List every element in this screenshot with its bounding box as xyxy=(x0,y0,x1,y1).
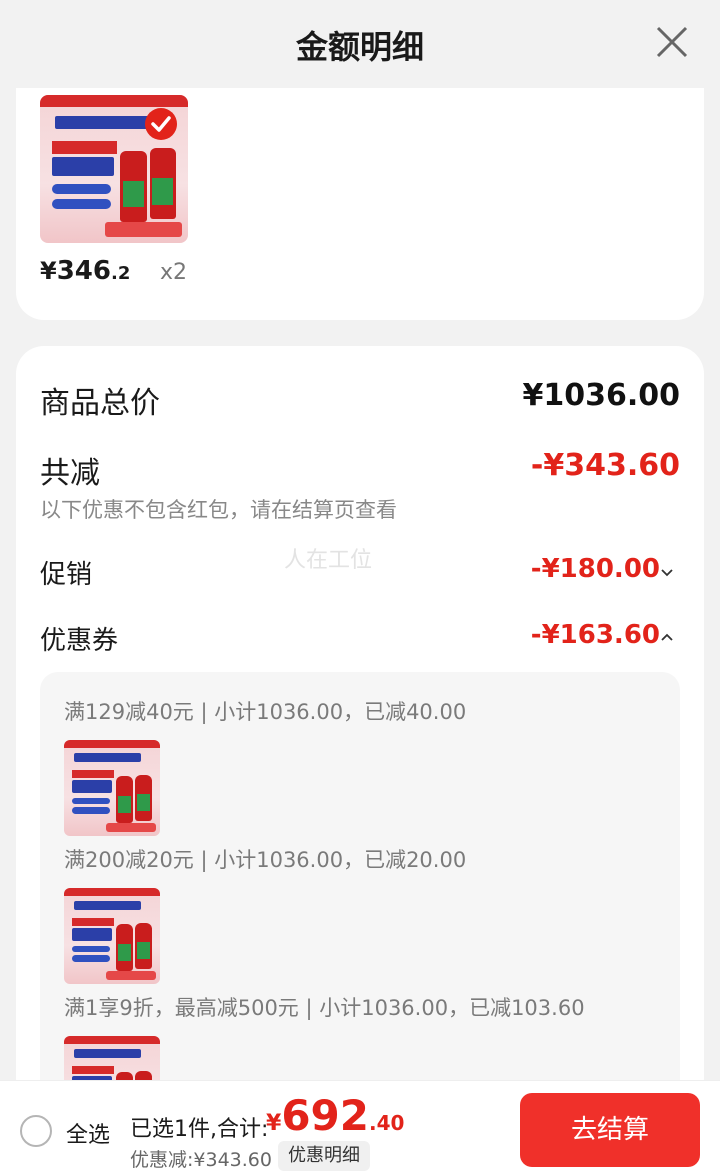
coupon-rule-1: 满129减40元 | 小计1036.00，已减40.00 xyxy=(64,700,467,724)
coupon-rule-3: 满1享9折，最高减500元 | 小计1036.00，已减103.60 xyxy=(64,996,585,1020)
total-reduce-label: 共减 xyxy=(40,456,100,491)
product-image[interactable] xyxy=(40,95,188,243)
watermark: 人在工位 xyxy=(284,548,373,573)
product-price: ¥ 346 .2 xyxy=(40,256,131,286)
check-icon xyxy=(145,108,177,140)
select-all-label[interactable]: 全选 xyxy=(66,1117,110,1149)
coupon-product-image-1 xyxy=(64,740,160,836)
coupon-detail-panel: 满129减40元 | 小计1036.00，已减40.00 满200减20元 | … xyxy=(40,672,680,1106)
page-title: 金额明细 xyxy=(295,28,424,66)
product-quantity: x2 xyxy=(160,260,188,285)
chevron-up-icon[interactable] xyxy=(660,630,674,644)
product-card: ¥ 346 .2 x2 xyxy=(16,88,704,320)
amount-detail-card: 商品总价 ¥1036.00 共减 -¥343.60 以下优惠不包含红包，请在结算… xyxy=(16,346,704,1106)
total-reduce-value: -¥343.60 xyxy=(530,448,680,483)
close-icon[interactable] xyxy=(654,24,690,60)
chevron-down-icon[interactable] xyxy=(660,566,674,580)
coupon-label[interactable]: 优惠券 xyxy=(40,620,118,657)
discount-note: 以下优惠不包含红包，请在结算页查看 xyxy=(40,498,397,522)
discount-summary: 优惠减:¥343.60 xyxy=(130,1149,272,1171)
coupon-product-image-2 xyxy=(64,888,160,984)
select-all-radio[interactable] xyxy=(20,1115,52,1147)
promotion-label[interactable]: 促销 xyxy=(40,554,92,591)
discount-detail-button[interactable]: 优惠明细 xyxy=(278,1141,370,1171)
checkout-button[interactable]: 去结算 xyxy=(520,1093,700,1167)
checkout-bar: 全选 已选1件,合计: ¥ 692 .40 优惠减:¥343.60 优惠明细 去… xyxy=(0,1080,720,1176)
total-price-value: ¥1036.00 xyxy=(522,378,680,413)
modal-header: 金额明细 xyxy=(0,0,720,88)
promotion-value[interactable]: -¥180.00 xyxy=(531,554,660,584)
grand-total: ¥ 692 .40 xyxy=(266,1091,405,1140)
coupon-rule-2: 满200减20元 | 小计1036.00，已减20.00 xyxy=(64,848,467,872)
selected-count-text: 已选1件,合计: xyxy=(130,1117,269,1142)
coupon-value[interactable]: -¥163.60 xyxy=(531,620,660,650)
total-price-label: 商品总价 xyxy=(40,386,160,421)
